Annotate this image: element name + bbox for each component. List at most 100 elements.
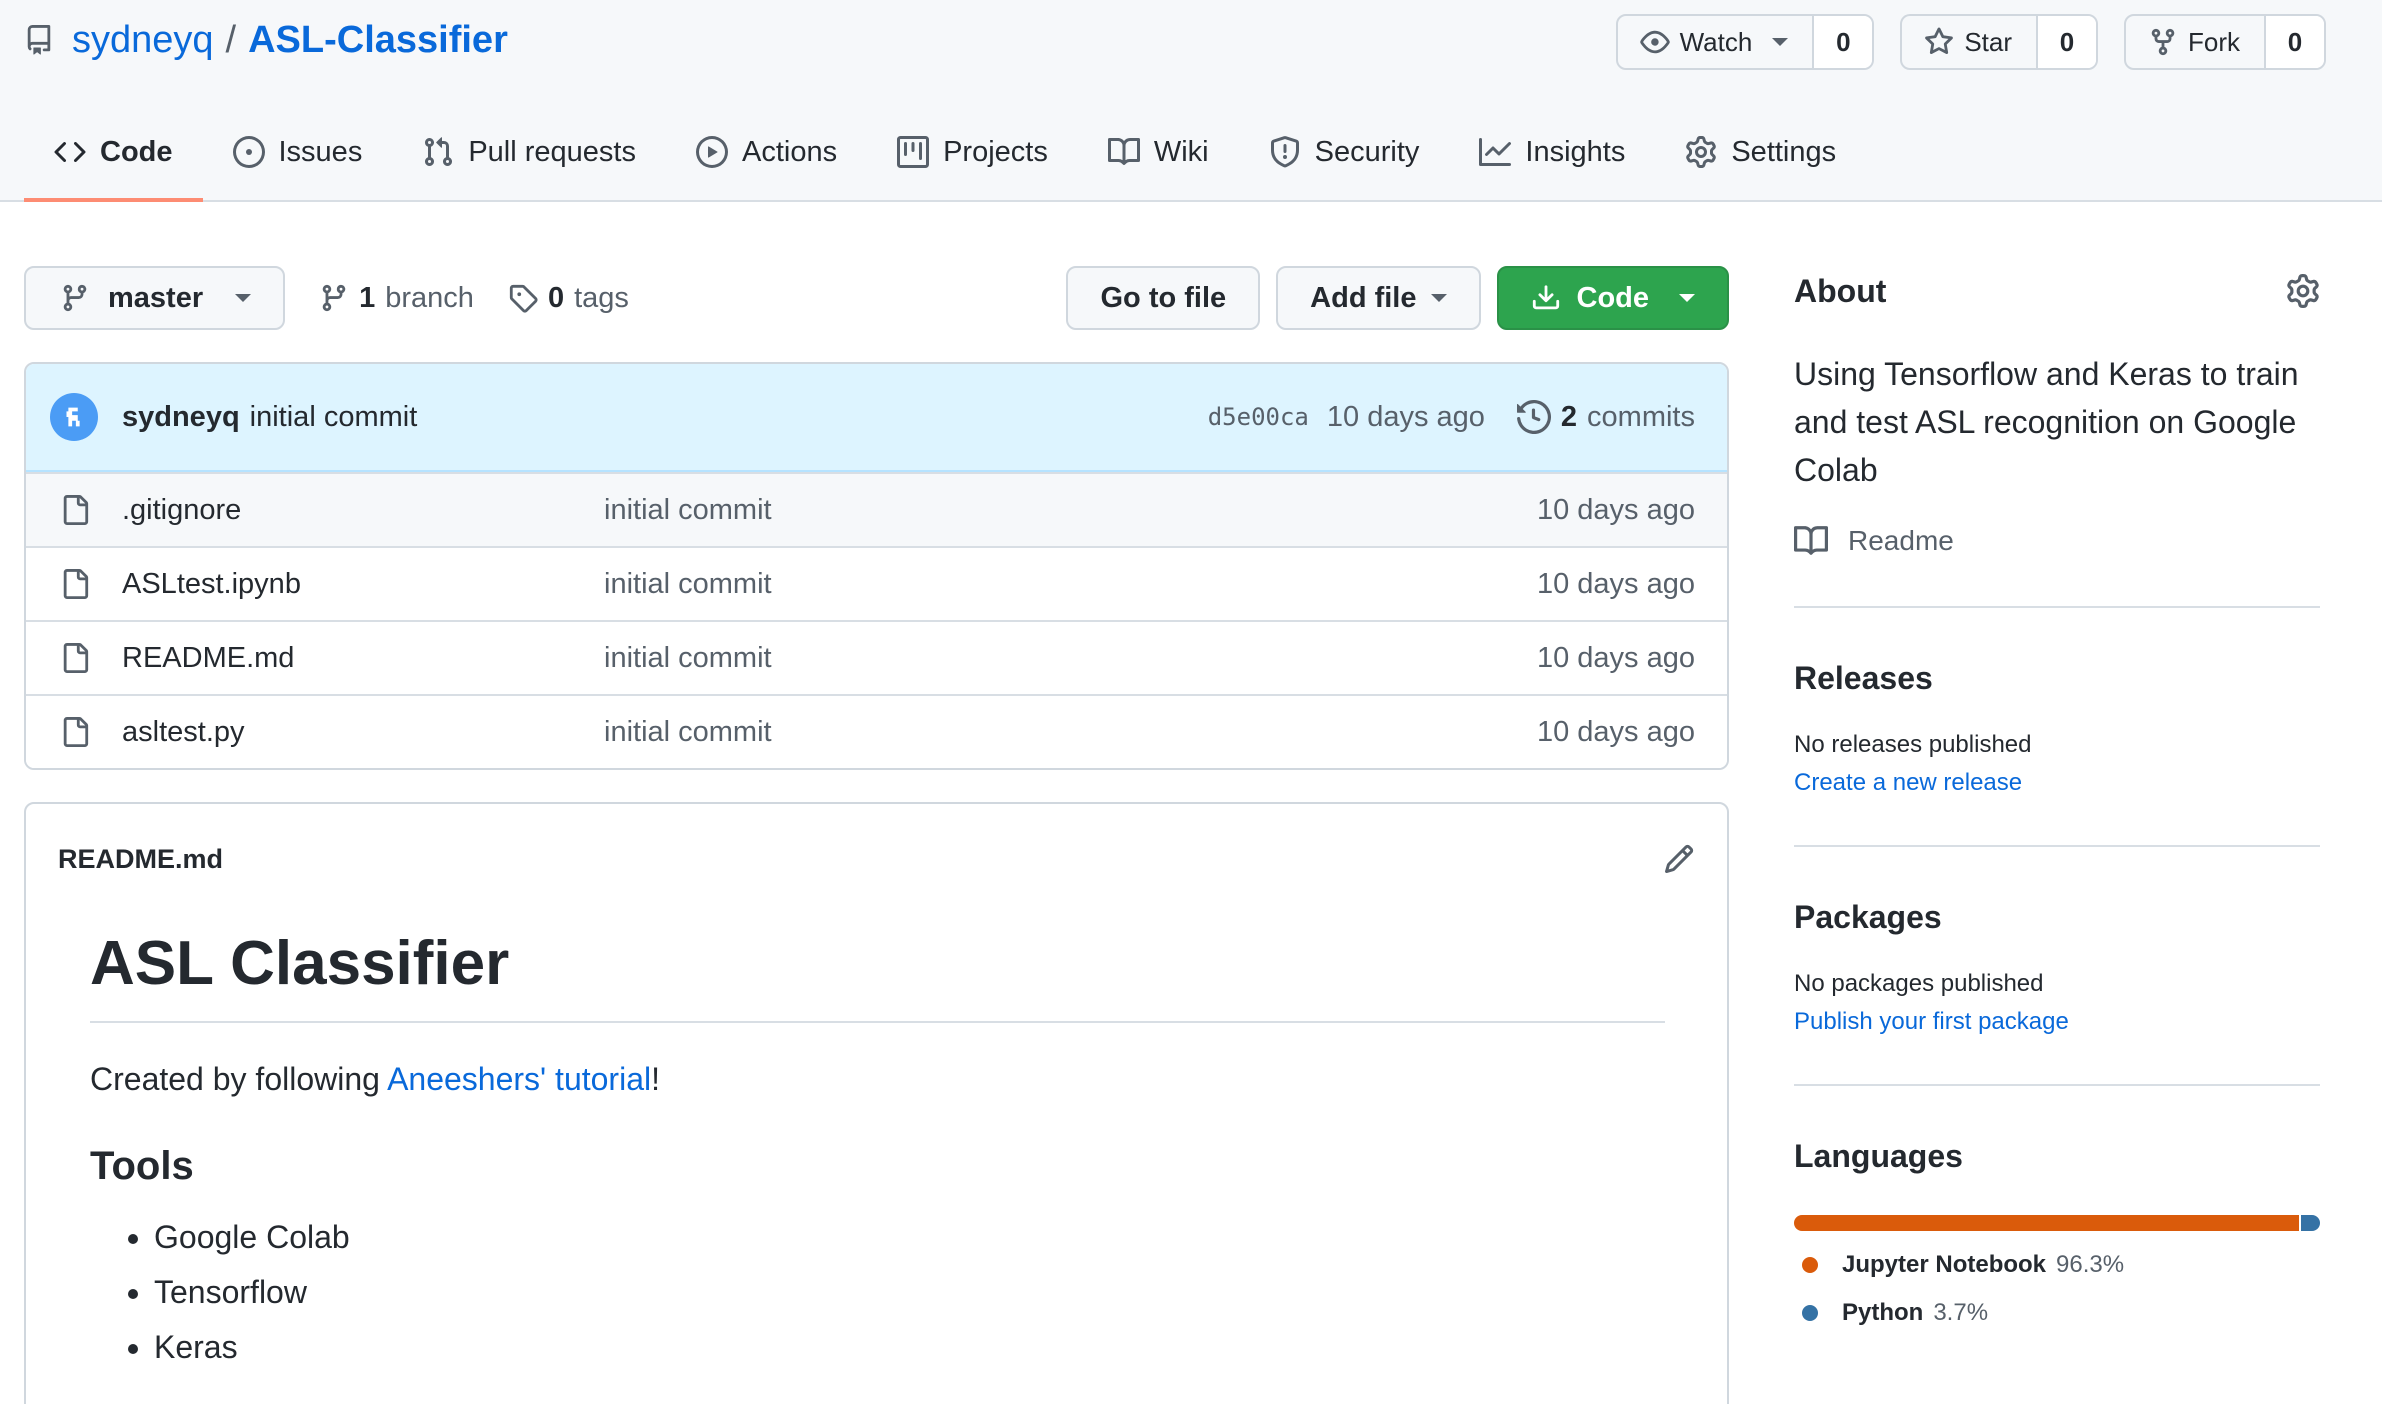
pencil-icon[interactable]	[1663, 843, 1695, 875]
releases-status: No releases published	[1794, 731, 2032, 758]
list-item: Tensorflow	[154, 1274, 1665, 1311]
language-color-dot	[1802, 1257, 1818, 1273]
main-column: master 1 branch 0 tags Go to file Add fi…	[24, 266, 1729, 1404]
chevron-down-icon	[1430, 294, 1447, 302]
commits-label: commits	[1587, 400, 1695, 433]
releases-heading[interactable]: Releases	[1794, 660, 2320, 697]
language-bar	[1794, 1215, 2320, 1231]
branch-name: master	[108, 281, 204, 314]
star-count[interactable]: 0	[2036, 16, 2096, 68]
go-to-file-button[interactable]: Go to file	[1066, 266, 1261, 330]
download-icon	[1531, 283, 1561, 313]
code-button-label: Code	[1576, 281, 1650, 314]
file-commit-message[interactable]: initial commit	[604, 494, 1537, 527]
project-icon	[897, 136, 930, 168]
tab-security[interactable]: Security	[1239, 106, 1450, 202]
repo-title: sydneyq / ASL-Classifier	[24, 16, 508, 64]
repo-header: sydneyq / ASL-Classifier Watch 0 Star 0 …	[0, 0, 2382, 202]
avatar[interactable]	[50, 393, 98, 441]
file-age: 10 days ago	[1536, 715, 1695, 748]
watch-count[interactable]: 0	[1812, 16, 1873, 68]
tab-insights[interactable]: Insights	[1449, 106, 1655, 202]
language-bar-segment	[2300, 1215, 2320, 1231]
file-commit-message[interactable]: initial commit	[604, 716, 1537, 749]
star-button[interactable]: Star	[1902, 16, 2036, 68]
divider	[1794, 845, 2320, 847]
tab-settings[interactable]: Settings	[1655, 106, 1866, 202]
tab-label: Security	[1314, 135, 1420, 168]
branch-select-button[interactable]: master	[24, 266, 286, 330]
issue-icon	[232, 136, 265, 168]
file-icon	[60, 717, 122, 747]
file-commit-message[interactable]: initial commit	[604, 568, 1537, 601]
gear-icon	[1685, 136, 1717, 168]
fork-button-group: Fork 0	[2124, 14, 2326, 70]
commits-history-link[interactable]: 2 commits	[1516, 400, 1695, 434]
readme-title: ASL Classifier	[90, 914, 1665, 1023]
commit-message-link[interactable]: initial commit	[250, 401, 418, 434]
file-name-link[interactable]: .gitignore	[122, 494, 604, 527]
fork-count[interactable]: 0	[2264, 16, 2324, 68]
tab-actions[interactable]: Actions	[666, 106, 867, 202]
code-icon	[54, 136, 86, 168]
language-item[interactable]: Python 3.7%	[1794, 1299, 2320, 1327]
add-file-label: Add file	[1310, 281, 1417, 314]
repo-owner-link[interactable]: sydneyq	[72, 19, 214, 62]
fork-button[interactable]: Fork	[2126, 16, 2264, 68]
file-name-link[interactable]: README.md	[122, 642, 604, 675]
tab-pull-requests[interactable]: Pull requests	[392, 106, 666, 202]
fork-icon	[2148, 27, 2178, 57]
table-row: .gitignore initial commit 10 days ago	[26, 472, 1727, 546]
readme-tools-list: Google Colab Tensorflow Keras	[90, 1219, 1665, 1366]
languages-heading: Languages	[1794, 1138, 1963, 1174]
play-icon	[695, 136, 728, 168]
tab-projects[interactable]: Projects	[867, 106, 1078, 202]
list-item: Keras	[154, 1329, 1665, 1366]
table-row: ASLtest.ipynb initial commit 10 days ago	[26, 546, 1727, 620]
file-age: 10 days ago	[1536, 567, 1695, 600]
watch-button-group: Watch 0	[1615, 14, 1875, 70]
add-file-button[interactable]: Add file	[1276, 266, 1481, 330]
chevron-down-icon	[1772, 38, 1789, 46]
language-percent: 96.3%	[2056, 1251, 2125, 1278]
language-percent: 3.7%	[1933, 1299, 1989, 1326]
branches-link[interactable]: 1 branch	[319, 282, 474, 315]
pull-request-icon	[422, 136, 454, 168]
readme-link[interactable]: Readme	[1794, 524, 2320, 558]
tutorial-link[interactable]: Aneeshers' tutorial	[387, 1061, 651, 1097]
table-row: asltest.py initial commit 10 days ago	[26, 694, 1727, 768]
repo-name-link[interactable]: ASL-Classifier	[248, 19, 508, 62]
file-browser: sydneyq initial commit d5e00ca 10 days a…	[24, 362, 1729, 770]
commit-author-link[interactable]: sydneyq	[122, 401, 240, 434]
book-icon	[1794, 524, 1828, 558]
repo-actions: Watch 0 Star 0 Fork 0	[1615, 14, 2326, 70]
tab-code[interactable]: Code	[24, 106, 203, 202]
commit-sha-link[interactable]: d5e00ca	[1208, 403, 1309, 431]
publish-package-link[interactable]: Publish your first package	[1794, 1008, 2320, 1036]
file-commit-message[interactable]: initial commit	[604, 642, 1537, 675]
gear-icon[interactable]	[2286, 274, 2320, 308]
file-name-link[interactable]: ASLtest.ipynb	[122, 568, 604, 601]
history-icon	[1516, 400, 1551, 434]
tab-label: Code	[100, 135, 173, 168]
file-name-link[interactable]: asltest.py	[122, 716, 604, 749]
language-color-dot	[1802, 1305, 1818, 1321]
tags-link[interactable]: 0 tags	[508, 282, 629, 315]
commit-count: 2	[1560, 400, 1578, 433]
readme-intro: Created by following Aneeshers' tutorial…	[90, 1061, 1665, 1098]
git-branch-icon	[60, 283, 90, 313]
chevron-down-icon	[1679, 294, 1695, 302]
tab-issues[interactable]: Issues	[203, 106, 393, 202]
language-item[interactable]: Jupyter Notebook 96.3%	[1794, 1251, 2320, 1279]
readme-filename[interactable]: README.md	[58, 844, 223, 875]
file-icon	[60, 495, 122, 525]
readme-intro-suffix: !	[651, 1061, 660, 1097]
code-download-button[interactable]: Code	[1496, 266, 1729, 330]
create-release-link[interactable]: Create a new release	[1794, 769, 2320, 797]
watch-button[interactable]: Watch	[1618, 16, 1813, 68]
tab-wiki[interactable]: Wiki	[1078, 106, 1239, 202]
tab-label: Projects	[943, 135, 1048, 168]
packages-heading[interactable]: Packages	[1794, 899, 2320, 936]
tag-count-label: tags	[574, 281, 629, 314]
branch-count-label: branch	[385, 281, 474, 314]
